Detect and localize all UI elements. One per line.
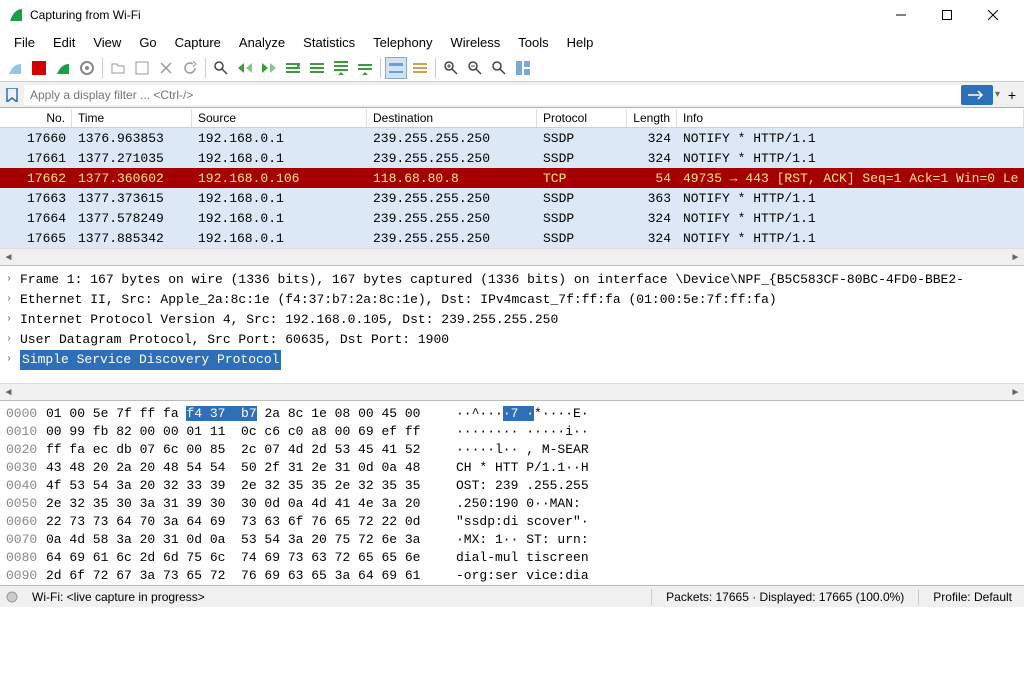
titlebar: Capturing from Wi-Fi [0,0,1024,30]
close-file-icon[interactable] [155,57,177,79]
col-info[interactable]: Info [677,109,1024,127]
save-file-icon[interactable] [131,57,153,79]
table-row[interactable]: 176651377.885342192.168.0.1239.255.255.2… [0,228,1024,248]
filter-bar: ▾ + [0,82,1024,108]
col-length[interactable]: Length [627,109,677,127]
expand-icon[interactable]: › [6,330,16,350]
expand-icon[interactable]: › [6,350,16,370]
detail-eth[interactable]: Ethernet II, Src: Apple_2a:8c:1e (f4:37:… [20,290,777,310]
go-forward-icon[interactable] [258,57,280,79]
add-filter-button[interactable]: + [1004,85,1020,105]
find-packet-icon[interactable] [210,57,232,79]
hex-row[interactable]: 00502e 32 35 30 3a 31 39 30 30 0d 0a 4d … [6,495,1018,513]
scroll-left-icon[interactable]: ◄ [0,249,17,266]
colorize-packets-icon[interactable] [385,57,407,79]
stop-capture-icon[interactable] [28,57,50,79]
table-row[interactable]: 176631377.373615192.168.0.1239.255.255.2… [0,188,1024,208]
table-row[interactable]: 176621377.360602192.168.0.106118.68.80.8… [0,168,1024,188]
wireshark-icon [8,7,24,23]
menu-view[interactable]: View [85,33,129,52]
maximize-button[interactable] [924,0,970,30]
detail-ip[interactable]: Internet Protocol Version 4, Src: 192.16… [20,310,558,330]
goto-first-icon[interactable] [306,57,328,79]
table-row[interactable]: 176601376.963853192.168.0.1239.255.255.2… [0,128,1024,148]
bookmark-icon[interactable] [4,87,20,103]
table-row[interactable]: 176611377.271035192.168.0.1239.255.255.2… [0,148,1024,168]
details-scrollbar[interactable]: ◄ ► [0,383,1024,400]
hex-row[interactable]: 00902d 6f 72 67 3a 73 65 72 76 69 63 65 … [6,567,1018,585]
scroll-left-icon[interactable]: ◄ [0,384,17,401]
toolbar [0,54,1024,82]
open-file-icon[interactable] [107,57,129,79]
status-profile[interactable]: Profile: Default [927,590,1018,604]
packet-list-header: No. Time Source Destination Protocol Len… [0,108,1024,128]
resize-columns-icon[interactable] [409,57,431,79]
close-button[interactable] [970,0,1016,30]
menu-telephony[interactable]: Telephony [365,33,440,52]
menu-analyze[interactable]: Analyze [231,33,293,52]
capture-options-icon[interactable] [76,57,98,79]
display-filter-input[interactable] [24,85,961,105]
go-back-icon[interactable] [234,57,256,79]
hex-row[interactable]: 000001 00 5e 7f ff fa f4 37 b7 2a 8c 1e … [6,405,1018,423]
zoom-reset-icon[interactable] [488,57,510,79]
statusbar: Wi-Fi: <live capture in progress> Packet… [0,585,1024,607]
filter-history-icon[interactable]: ▾ [995,89,1000,100]
status-packets: Packets: 17665 · Displayed: 17665 (100.0… [660,590,910,604]
expand-icon[interactable]: › [6,310,16,330]
menu-capture[interactable]: Capture [167,33,229,52]
hex-row[interactable]: 00700a 4d 58 3a 20 31 0d 0a 53 54 3a 20 … [6,531,1018,549]
scroll-right-icon[interactable]: ► [1007,249,1024,266]
expand-icon[interactable]: › [6,290,16,310]
goto-packet-icon[interactable] [282,57,304,79]
goto-last-icon[interactable] [330,57,352,79]
detail-ssdp[interactable]: Simple Service Discovery Protocol [20,350,281,370]
menubar: File Edit View Go Capture Analyze Statis… [0,30,1024,54]
scroll-right-icon[interactable]: ► [1007,384,1024,401]
expand-icon[interactable]: › [6,270,16,290]
minimize-button[interactable] [878,0,924,30]
restart-capture-icon[interactable] [52,57,74,79]
hex-row[interactable]: 00404f 53 54 3a 20 32 33 39 2e 32 35 35 … [6,477,1018,495]
apply-filter-button[interactable] [961,85,993,105]
status-capture: Wi-Fi: <live capture in progress> [26,590,211,604]
packet-details[interactable]: ›Frame 1: 167 bytes on wire (1336 bits),… [0,265,1024,383]
start-capture-icon[interactable] [4,57,26,79]
packet-list[interactable]: 176601376.963853192.168.0.1239.255.255.2… [0,128,1024,248]
detail-udp[interactable]: User Datagram Protocol, Src Port: 60635,… [20,330,449,350]
col-destination[interactable]: Destination [367,109,537,127]
hex-row[interactable]: 0020ff fa ec db 07 6c 00 85 2c 07 4d 2d … [6,441,1018,459]
hex-row[interactable]: 001000 99 fb 82 00 00 01 11 0c c6 c0 a8 … [6,423,1018,441]
menu-edit[interactable]: Edit [45,33,83,52]
reload-file-icon[interactable] [179,57,201,79]
menu-wireless[interactable]: Wireless [442,33,508,52]
hex-row[interactable]: 008064 69 61 6c 2d 6d 75 6c 74 69 73 63 … [6,549,1018,567]
menu-tools[interactable]: Tools [510,33,556,52]
packet-list-scrollbar[interactable]: ◄ ► [0,248,1024,265]
menu-go[interactable]: Go [131,33,164,52]
menu-statistics[interactable]: Statistics [295,33,363,52]
col-no[interactable]: No. [0,109,72,127]
col-source[interactable]: Source [192,109,367,127]
menu-file[interactable]: File [6,33,43,52]
hex-pane[interactable]: 000001 00 5e 7f ff fa f4 37 b7 2a 8c 1e … [0,400,1024,585]
zoom-out-icon[interactable] [464,57,486,79]
zoom-in-icon[interactable] [440,57,462,79]
expert-info-icon[interactable] [6,591,18,603]
resize-layout-icon[interactable] [512,57,534,79]
detail-frame[interactable]: Frame 1: 167 bytes on wire (1336 bits), … [20,270,964,290]
menu-help[interactable]: Help [559,33,602,52]
col-time[interactable]: Time [72,109,192,127]
table-row[interactable]: 176641377.578249192.168.0.1239.255.255.2… [0,208,1024,228]
hex-row[interactable]: 003043 48 20 2a 20 48 54 54 50 2f 31 2e … [6,459,1018,477]
col-protocol[interactable]: Protocol [537,109,627,127]
hex-row[interactable]: 006022 73 73 64 70 3a 64 69 73 63 6f 76 … [6,513,1018,531]
window-title: Capturing from Wi-Fi [30,8,878,22]
autoscroll-icon[interactable] [354,57,376,79]
